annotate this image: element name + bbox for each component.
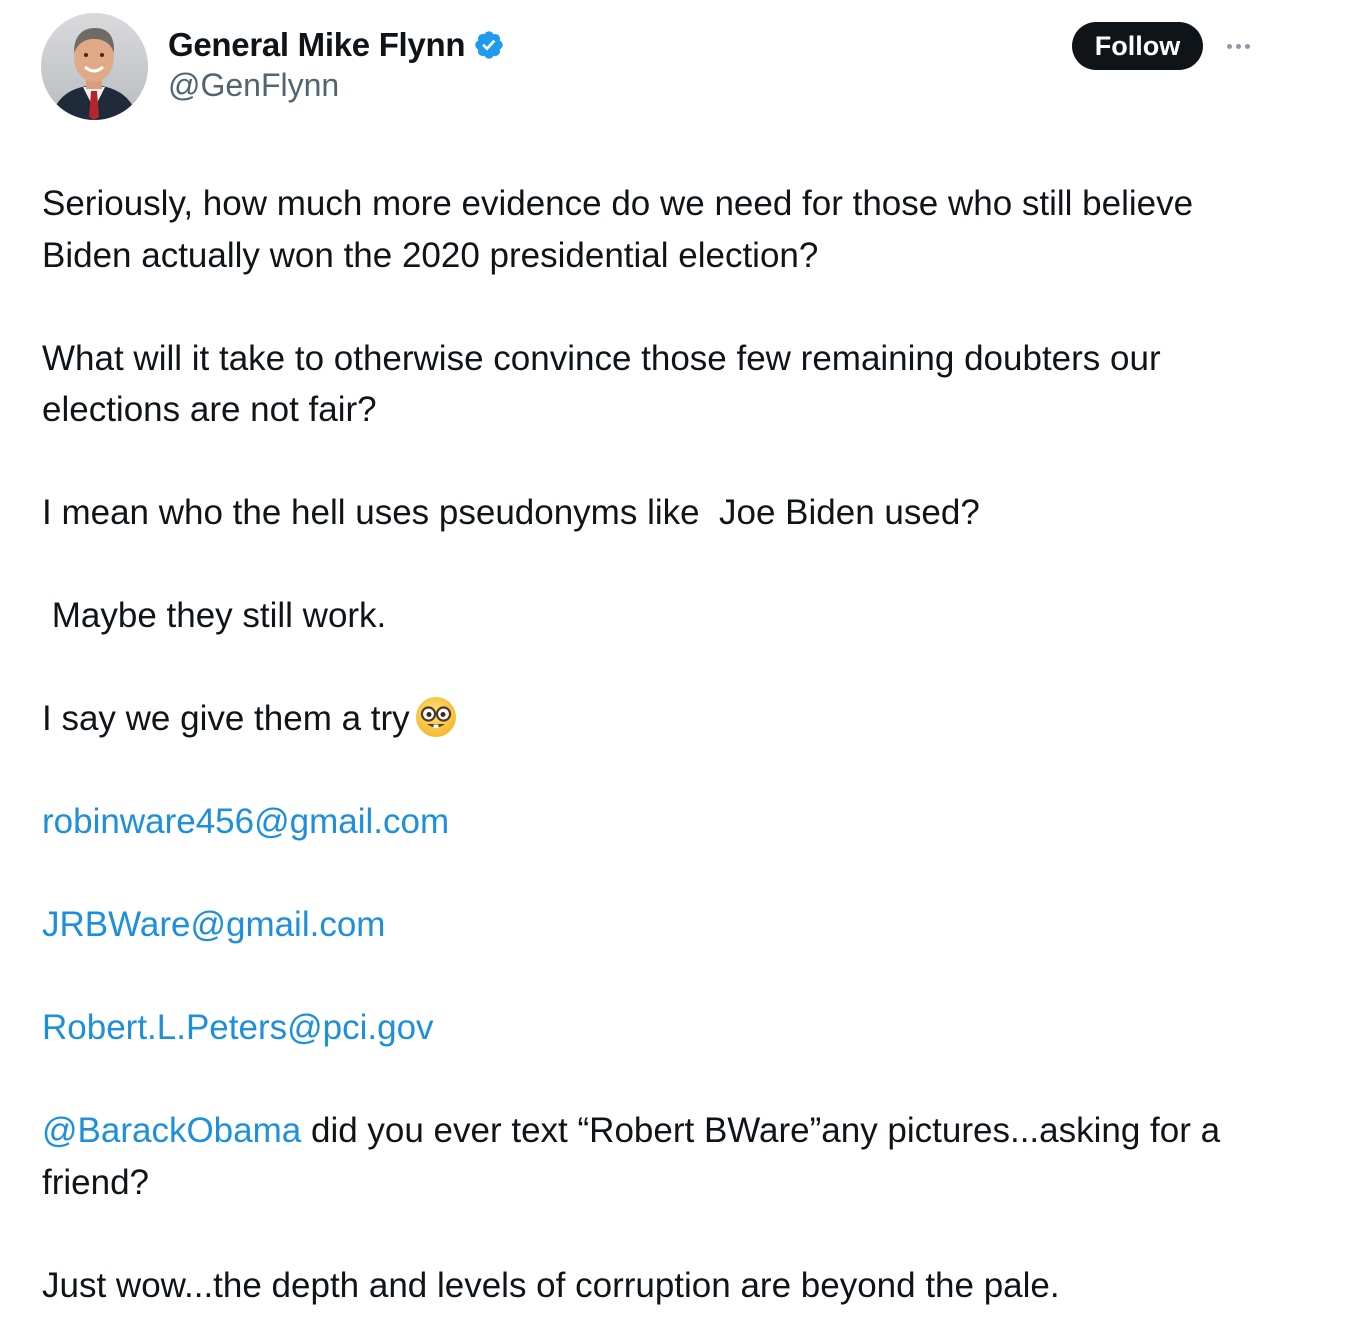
nerd-face-emoji-icon [414,695,458,739]
avatar[interactable] [41,13,148,120]
tweet-paragraph: robinware456@gmail.com [42,796,1282,848]
verified-badge-icon[interactable] [473,29,505,61]
tweet-paragraph: Seriously, how much more evidence do we … [42,184,1203,275]
tweet-paragraph: Robert.L.Peters@pci.gov [42,1002,1282,1054]
tweet-text: Seriously, how much more evidence do we … [42,178,1282,1311]
follow-button[interactable]: Follow [1072,22,1203,70]
tweet-paragraph: I mean who the hell uses pseudonyms like… [42,493,980,532]
author-name-row[interactable]: General Mike Flynn [168,24,505,66]
author-handle[interactable]: @GenFlynn [168,67,339,104]
email-link[interactable]: Robert.L.Peters@pci.gov [42,1008,434,1047]
tweet-paragraph: What will it take to otherwise convince … [42,338,1171,430]
author-display-name[interactable]: General Mike Flynn [168,26,466,64]
tweet-paragraph: @BarackObama did you ever text “Robert B… [42,1105,1282,1208]
tweet-paragraph-text: I say we give them a try [42,699,410,738]
more-horizontal-icon[interactable] [1218,34,1258,58]
email-link[interactable]: JRBWare@gmail.com [42,905,385,944]
email-link[interactable]: robinware456@gmail.com [42,802,449,841]
profile-photo [41,13,148,120]
tweet-paragraph: JRBWare@gmail.com [42,899,1282,951]
tweet-paragraph: Maybe they still work. [42,596,387,635]
tweet-paragraph: Just wow...the depth and levels of corru… [42,1265,1060,1305]
tweet-paragraph: I say we give them a try [42,693,1282,745]
mention-link[interactable]: @BarackObama [42,1111,301,1150]
